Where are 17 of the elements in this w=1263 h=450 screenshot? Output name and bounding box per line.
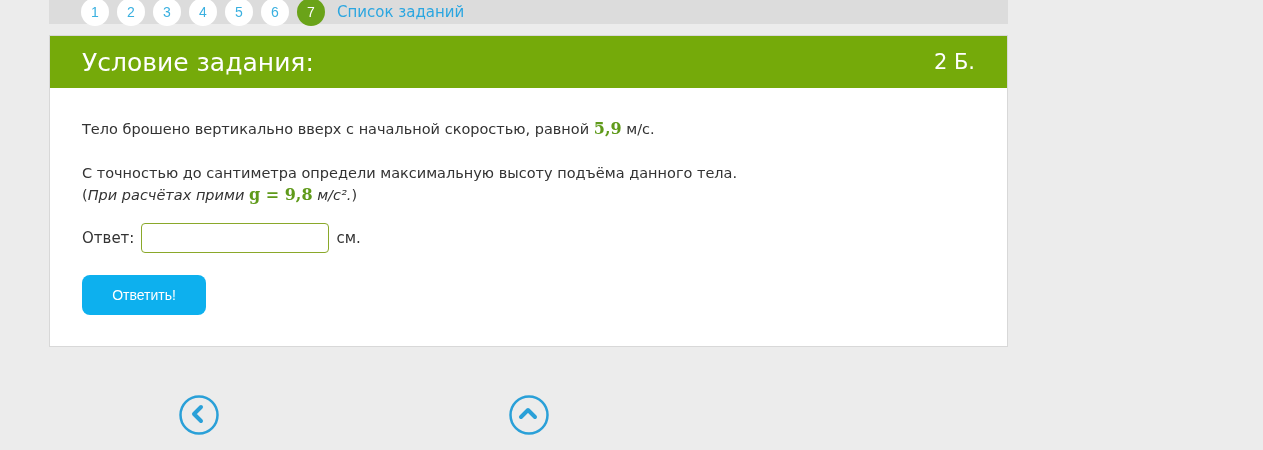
points-label: 2 Б. — [933, 50, 975, 74]
answer-field[interactable] — [141, 223, 330, 253]
page-button[interactable]: 7 — [297, 0, 325, 26]
task-text: (При расчётах прими g = 9,8 м/с².) — [82, 184, 359, 206]
page-button[interactable]: 3 — [153, 0, 181, 26]
task-list-link[interactable]: Список заданий — [337, 3, 465, 21]
page-button[interactable]: 1 — [81, 0, 109, 26]
page-button[interactable]: 2 — [117, 0, 145, 26]
task-text: Тело брошено вертикально вверх с начальной скоростью, равной 5,9 м/с. — [82, 118, 656, 140]
submit-button[interactable]: Ответить! — [82, 275, 206, 315]
page-button[interactable]: 4 — [189, 0, 217, 26]
page-button[interactable]: 6 — [261, 0, 289, 26]
page-button[interactable]: 5 — [225, 0, 253, 26]
answer-label: Ответ: — [82, 229, 135, 247]
task-title: Условие задания: — [82, 47, 314, 77]
task-text: С точностью до сантиметра определи максимальную высоту подъёма данного тела. — [82, 164, 739, 183]
unit-label: см. — [336, 229, 361, 247]
